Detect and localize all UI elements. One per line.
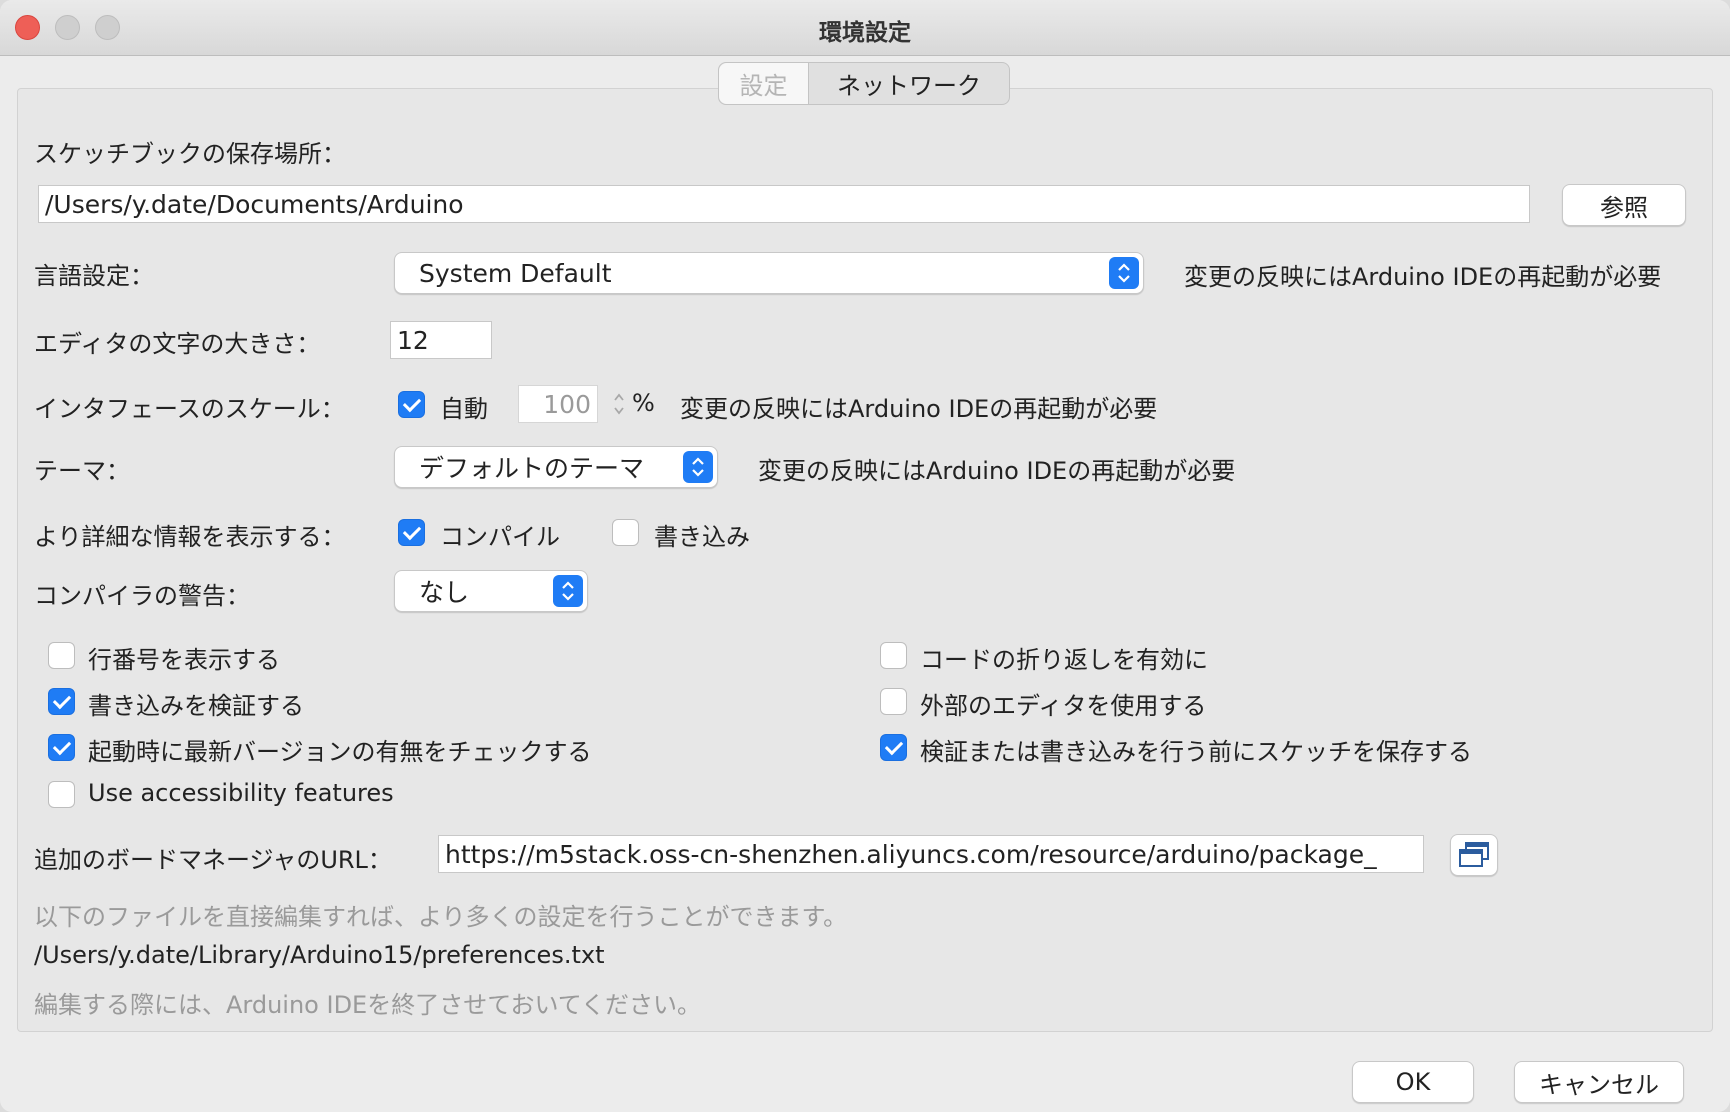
info-edit-file-text: 以下のファイルを直接編集すれば、より多くの設定を行うことができます。 bbox=[34, 903, 848, 931]
windows-icon bbox=[1459, 842, 1489, 867]
settings-panel bbox=[17, 88, 1713, 1032]
tab-settings[interactable]: 設定 bbox=[719, 63, 809, 104]
interface-scale-label: インタフェースのスケール： bbox=[34, 395, 345, 423]
compiler-warnings-value: なし bbox=[419, 578, 470, 607]
verbose-upload-checkbox[interactable] bbox=[612, 519, 639, 546]
browse-button[interactable]: 参照 bbox=[1562, 184, 1686, 226]
show-line-numbers-label: 行番号を表示する bbox=[88, 646, 280, 674]
external-editor-label: 外部のエディタを使用する bbox=[920, 692, 1207, 720]
verify-upload-label: 書き込みを検証する bbox=[88, 692, 304, 720]
select-arrows-icon bbox=[553, 575, 583, 607]
check-updates-label: 起動時に最新バージョンの有無をチェックする bbox=[88, 738, 592, 766]
scale-unit: % bbox=[632, 389, 655, 417]
compiler-warnings-label: コンパイラの警告： bbox=[34, 582, 250, 610]
tab-bar: 設定 ネットワーク bbox=[718, 62, 1010, 105]
code-folding-label: コードの折り返しを有効に bbox=[920, 646, 1208, 674]
accessibility-checkbox[interactable] bbox=[48, 781, 75, 808]
language-select-value: System Default bbox=[419, 258, 612, 288]
verbose-compile-checkbox[interactable] bbox=[398, 519, 425, 546]
external-editor-checkbox[interactable] bbox=[880, 688, 907, 715]
info-close-ide-text: 編集する際には、Arduino IDEを終了させておいてください。 bbox=[34, 991, 702, 1019]
verbose-upload-label: 書き込み bbox=[654, 523, 750, 551]
window-title: 環境設定 bbox=[819, 20, 911, 46]
compiler-warnings-select[interactable]: なし bbox=[394, 570, 588, 612]
theme-restart-note: 変更の反映にはArduino IDEの再起動が必要 bbox=[758, 457, 1236, 485]
accessibility-label: Use accessibility features bbox=[88, 779, 394, 807]
ok-button[interactable]: OK bbox=[1352, 1061, 1474, 1103]
verbose-compile-label: コンパイル bbox=[440, 523, 560, 551]
scale-restart-note: 変更の反映にはArduino IDEの再起動が必要 bbox=[680, 395, 1158, 423]
preferences-window: 環境設定 設定 ネットワーク スケッチブックの保存場所： /Users/y.da… bbox=[0, 0, 1730, 1112]
scale-stepper[interactable] bbox=[608, 384, 630, 424]
select-arrows-icon bbox=[1109, 257, 1139, 289]
language-restart-note: 変更の反映にはArduino IDEの再起動が必要 bbox=[1184, 263, 1662, 291]
language-label: 言語設定： bbox=[34, 262, 154, 290]
font-size-label: エディタの文字の大きさ： bbox=[34, 330, 321, 358]
tab-network[interactable]: ネットワーク bbox=[809, 63, 1009, 104]
theme-select[interactable]: デフォルトのテーマ bbox=[394, 446, 718, 488]
board-urls-input[interactable]: https://m5stack.oss-cn-shenzhen.aliyuncs… bbox=[438, 835, 1424, 873]
language-select[interactable]: System Default bbox=[394, 252, 1144, 294]
theme-label: テーマ： bbox=[34, 457, 130, 485]
theme-select-value: デフォルトのテーマ bbox=[419, 454, 645, 483]
scale-percent-input[interactable]: 100 bbox=[518, 385, 598, 423]
title-bar: 環境設定 bbox=[0, 0, 1730, 56]
auto-scale-checkbox[interactable] bbox=[398, 391, 425, 418]
code-folding-checkbox[interactable] bbox=[880, 642, 907, 669]
board-urls-label: 追加のボードマネージャのURL： bbox=[34, 846, 392, 874]
sketchbook-path-input[interactable]: /Users/y.date/Documents/Arduino bbox=[38, 185, 1530, 223]
sketchbook-label: スケッチブックの保存場所： bbox=[34, 140, 346, 168]
auto-scale-label: 自動 bbox=[440, 395, 488, 423]
select-arrows-icon bbox=[683, 451, 713, 483]
verbose-label: より詳細な情報を表示する： bbox=[34, 523, 346, 551]
save-before-verify-label: 検証または書き込みを行う前にスケッチを保存する bbox=[920, 738, 1472, 766]
show-line-numbers-checkbox[interactable] bbox=[48, 642, 75, 669]
font-size-input[interactable]: 12 bbox=[390, 321, 492, 359]
preferences-file-path: /Users/y.date/Library/Arduino15/preferen… bbox=[34, 941, 605, 969]
save-before-verify-checkbox[interactable] bbox=[880, 734, 907, 761]
edit-urls-button[interactable] bbox=[1450, 834, 1498, 876]
cancel-button[interactable]: キャンセル bbox=[1514, 1061, 1684, 1103]
check-updates-checkbox[interactable] bbox=[48, 734, 75, 761]
verify-upload-checkbox[interactable] bbox=[48, 688, 75, 715]
